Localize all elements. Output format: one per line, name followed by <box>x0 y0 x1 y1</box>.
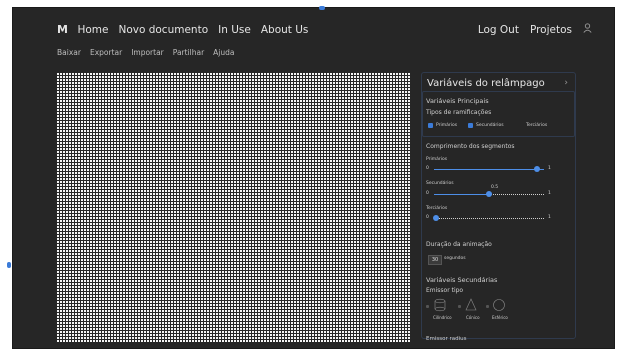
nav-link-new-document[interactable]: Novo documento <box>118 24 208 36</box>
nav-link-in-use[interactable]: In Use <box>218 24 251 36</box>
slider-primary-label: Primários <box>426 157 448 162</box>
menu-export[interactable]: Exportar <box>90 48 122 57</box>
slider-max: 1 <box>548 166 551 171</box>
emitter-cylindrical-label: Cilíndrico <box>433 315 452 320</box>
secondary-heading: Variáveis Secundárias <box>426 276 498 284</box>
slider-secondary-knob[interactable] <box>486 191 492 197</box>
logout-link[interactable]: Log Out <box>478 24 519 36</box>
ramification-label: Tipos de ramificações <box>426 109 492 116</box>
projects-link[interactable]: Projetos <box>530 24 572 36</box>
cylinder-icon[interactable] <box>433 298 447 312</box>
slider-secondary-label: Secundários <box>426 181 454 186</box>
focus-indicator <box>7 262 11 268</box>
user-icon[interactable] <box>583 23 592 36</box>
drawing-canvas[interactable] <box>56 72 411 343</box>
slider-tertiary-knob[interactable] <box>433 215 440 221</box>
emitter-type-label: Emissor tipo <box>426 287 464 294</box>
menu-import[interactable]: Importar <box>131 48 164 57</box>
emitter-conical-label: Cónico <box>466 315 480 320</box>
nav-link-home[interactable]: Home <box>77 24 108 36</box>
slider-min: 0 <box>426 166 429 171</box>
emitter-radius-label: Emissor radius <box>426 336 467 342</box>
menu-bar: Baixar Exportar Importar Partilhar Ajuda <box>57 48 235 57</box>
slider-max: 1 <box>548 215 551 220</box>
app-window: M Home Novo documento In Use About Us Lo… <box>7 6 614 348</box>
menu-help[interactable]: Ajuda <box>213 48 234 57</box>
panel-title: Variáveis do relâmpago <box>427 78 545 89</box>
chevron-right-icon[interactable]: › <box>564 78 568 88</box>
radio-cylindrical[interactable] <box>426 305 429 308</box>
slider-min: 0 <box>426 191 429 196</box>
nav-link-about-us[interactable]: About Us <box>261 24 309 36</box>
slider-track[interactable] <box>434 169 544 170</box>
checkbox-tertiary-label: Terciários <box>526 123 548 128</box>
slider-track-empty[interactable] <box>434 218 544 219</box>
app-logo[interactable]: M <box>57 23 68 36</box>
cone-icon[interactable] <box>464 298 478 312</box>
slider-tertiary-label: Terciários <box>426 206 448 211</box>
menu-share[interactable]: Partilhar <box>173 48 204 57</box>
duration-unit: segundos <box>444 256 466 261</box>
lightning-variables-panel: Variáveis do relâmpago › Variáveis Princ… <box>421 72 576 342</box>
radio-spherical[interactable] <box>486 305 489 308</box>
slider-primary-knob[interactable] <box>534 166 541 172</box>
slider-track-empty[interactable] <box>489 194 544 195</box>
segment-length-label: Comprimento dos segmentos <box>426 143 515 150</box>
checkbox-primary[interactable] <box>428 123 433 128</box>
principal-heading: Variáveis Principais <box>426 97 489 105</box>
slider-min: 0 <box>426 215 429 220</box>
radio-conical[interactable] <box>458 305 461 308</box>
emitter-spherical-label: Esférico <box>492 315 508 320</box>
checkbox-secondary[interactable] <box>468 123 473 128</box>
checkbox-primary-label: Primários <box>436 123 458 128</box>
slider-secondary-value: 0.5 <box>491 185 499 190</box>
top-navbar: M Home Novo documento In Use About Us Lo… <box>13 8 614 44</box>
slider-track-filled[interactable] <box>434 194 489 195</box>
duration-input[interactable]: 30 <box>428 255 442 265</box>
checkbox-secondary-label: Secundários <box>476 123 504 128</box>
duration-label: Duração da animação <box>426 241 492 248</box>
sphere-icon[interactable] <box>492 298 506 312</box>
menu-download[interactable]: Baixar <box>57 48 81 57</box>
slider-max: 1 <box>548 191 551 196</box>
